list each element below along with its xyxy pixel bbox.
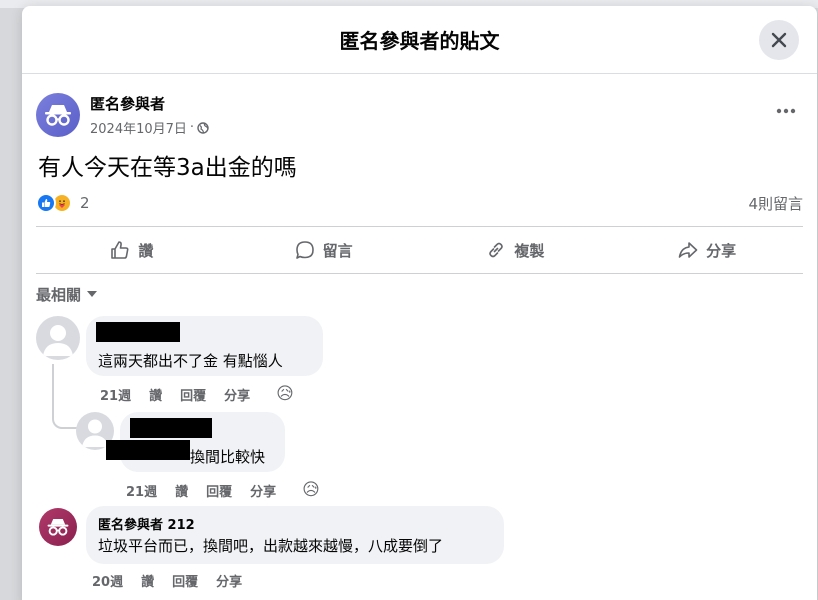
more-options-button[interactable] xyxy=(771,96,801,126)
reply-like-button[interactable]: 讚 xyxy=(175,481,188,500)
comment-reply-button[interactable]: 回覆 xyxy=(172,571,198,590)
comment-sort-dropdown[interactable]: 最相關 xyxy=(36,278,126,310)
comment-actions: 20週 讚 回覆 分享 xyxy=(92,566,504,594)
sort-label: 最相關 xyxy=(36,285,82,304)
comment-button[interactable]: 留言 xyxy=(228,227,420,273)
author-block: 匿名參與者 2024年10月7日 · xyxy=(90,93,209,137)
comment-text: 垃圾平台而已，換間吧，出款越來越慢，八成要倒了 xyxy=(98,537,444,555)
reply-time[interactable]: 21週 xyxy=(126,481,157,500)
comment-bubble-icon xyxy=(295,241,314,259)
like-reaction-icon xyxy=(36,193,56,213)
thumbs-up-icon xyxy=(111,241,129,259)
comment-label: 留言 xyxy=(322,241,353,260)
more-horizontal-icon xyxy=(776,108,796,114)
reply-actions: 21週 讚 回覆 分享 😥 xyxy=(126,476,320,504)
chevron-down-icon xyxy=(87,291,98,297)
reply-share-button[interactable]: 分享 xyxy=(250,481,276,500)
reply-visible-text: 換間比較快 xyxy=(190,448,266,466)
copy-button[interactable]: 複製 xyxy=(420,227,612,273)
reaction-icons-group[interactable]: 2 xyxy=(36,193,90,213)
incognito-icon xyxy=(47,519,69,536)
post-action-bar: 讚 留言 複製 分享 xyxy=(36,226,803,274)
reply-reply-button[interactable]: 回覆 xyxy=(206,481,232,500)
comment-share-button[interactable]: 分享 xyxy=(216,571,242,590)
post-date[interactable]: 2024年10月7日 xyxy=(90,118,187,137)
share-label: 分享 xyxy=(706,241,737,260)
post-header: 匿名參與者 2024年10月7日 · xyxy=(36,74,803,142)
commenter-avatar-wrap xyxy=(36,506,80,594)
comment-share-button[interactable]: 分享 xyxy=(224,385,250,404)
redacted-replier-name xyxy=(130,418,212,438)
close-icon xyxy=(771,32,787,48)
comment-count[interactable]: 4則留言 xyxy=(748,193,803,214)
comment-reply-button[interactable]: 回覆 xyxy=(180,385,206,404)
comment-time[interactable]: 20週 xyxy=(92,571,123,590)
default-user-icon xyxy=(43,325,73,356)
comment-content: 這兩天都出不了金 有點惱人 21週 讚 回覆 分享 😥 xyxy=(80,316,323,408)
comment-actions: 21週 讚 回覆 分享 😥 xyxy=(100,380,323,408)
author-avatar[interactable] xyxy=(36,93,80,137)
comment-like-button[interactable]: 讚 xyxy=(141,571,154,590)
comment-bubble: 匿名參與者 212 垃圾平台而已，換間吧，出款越來越慢，八成要倒了 xyxy=(86,506,504,564)
reaction-count: 2 xyxy=(80,194,90,212)
comment-content: 匿名參與者 212 垃圾平台而已，換間吧，出款越來越慢，八成要倒了 20週 讚 … xyxy=(80,506,504,594)
link-icon xyxy=(489,242,504,258)
share-button[interactable]: 分享 xyxy=(611,227,803,273)
reactions-summary: 2 4則留言 xyxy=(36,188,803,218)
sad-reaction-icon[interactable]: 😥 xyxy=(276,384,294,404)
reaction-icons xyxy=(36,193,72,213)
commenter-avatar[interactable] xyxy=(36,316,80,360)
comments-list: 這兩天都出不了金 有點惱人 21週 讚 回覆 分享 😥 換間比較快 21週 讚 … xyxy=(36,316,803,594)
commenter-name[interactable]: 匿名參與者 212 xyxy=(98,514,492,533)
meta-separator: · xyxy=(189,120,195,135)
comment-like-button[interactable]: 讚 xyxy=(149,385,162,404)
globe-icon xyxy=(197,121,209,134)
dialog-title: 匿名參與者的貼文 xyxy=(339,29,500,53)
share-arrow-icon xyxy=(678,242,698,258)
copy-label: 複製 xyxy=(514,241,545,260)
like-button[interactable]: 讚 xyxy=(36,227,228,273)
comment-text: 這兩天都出不了金 有點惱人 xyxy=(98,352,283,370)
like-label: 讚 xyxy=(138,241,154,260)
post-text: 有人今天在等3a出金的嗎 xyxy=(38,155,297,181)
post-dialog: 匿名參與者的貼文 匿名參與者 2024年10月7日 · 有人今天在等3a出金的嗎… xyxy=(22,6,817,600)
redacted-commenter-name xyxy=(96,322,180,342)
dialog-header: 匿名參與者的貼文 xyxy=(22,6,817,74)
incognito-icon xyxy=(45,105,71,126)
post: 匿名參與者 2024年10月7日 · 有人今天在等3a出金的嗎 2 4則留言 讚… xyxy=(22,74,817,594)
comment-item: 這兩天都出不了金 有點惱人 21週 讚 回覆 分享 😥 xyxy=(36,316,803,408)
author-name[interactable]: 匿名參與者 xyxy=(90,93,209,114)
close-button[interactable] xyxy=(759,20,799,60)
anonymous-avatar[interactable] xyxy=(39,508,77,546)
post-meta: 2024年10月7日 · xyxy=(90,118,209,137)
redacted-reply-text xyxy=(106,440,190,460)
reply-item: 換間比較快 21週 讚 回覆 分享 😥 xyxy=(76,412,803,504)
reply-bubble: 換間比較快 xyxy=(106,412,285,472)
reply-content: 換間比較快 21週 讚 回覆 分享 😥 xyxy=(106,412,320,504)
comment-bubble: 這兩天都出不了金 有點惱人 xyxy=(86,316,323,376)
comment-item: 匿名參與者 212 垃圾平台而已，換間吧，出款越來越慢，八成要倒了 20週 讚 … xyxy=(36,506,803,594)
sad-reaction-icon[interactable]: 😥 xyxy=(302,480,320,500)
comment-time[interactable]: 21週 xyxy=(100,385,131,404)
